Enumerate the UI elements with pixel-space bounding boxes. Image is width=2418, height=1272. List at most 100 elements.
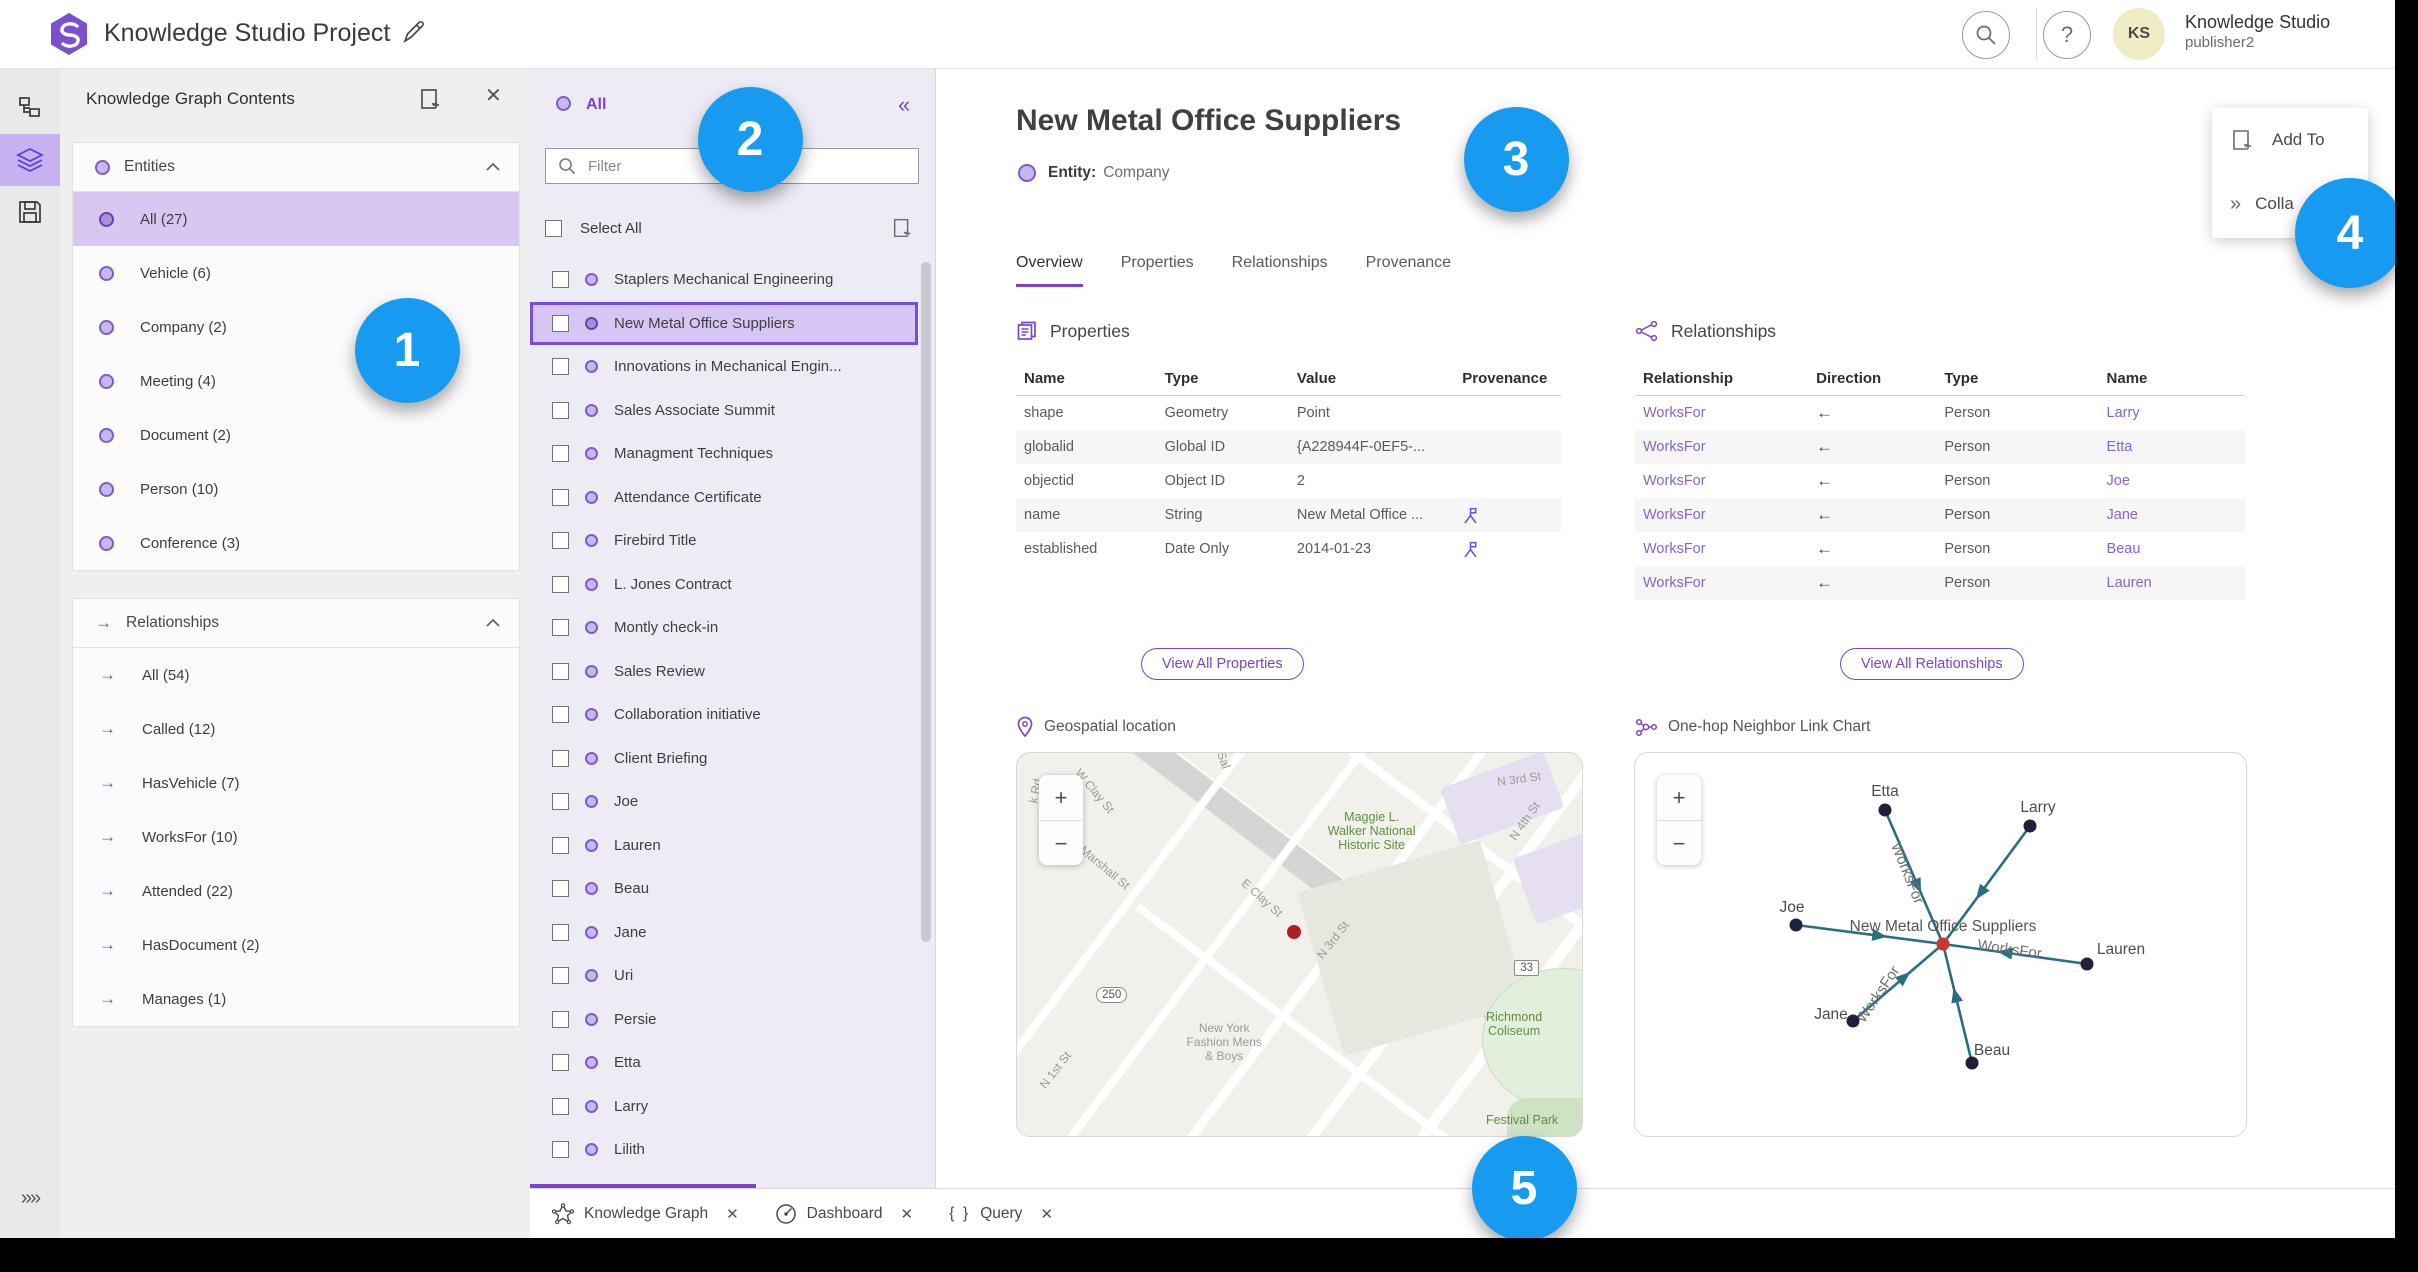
list-item[interactable]: Lauren [530,824,935,868]
list-item[interactable]: Persie [530,998,935,1042]
entity-type-item[interactable]: All (27) [73,192,519,246]
close-panel-icon[interactable]: ✕ [485,83,502,108]
item-checkbox[interactable] [552,1141,569,1159]
relationships-section-header[interactable]: → Relationships [73,599,519,648]
list-item[interactable]: Montly check-in [530,606,935,650]
relationship-link[interactable]: WorksFor [1635,464,1808,498]
relationship-type-item[interactable]: → HasVehicle (7) [73,756,519,810]
expand-rail-icon[interactable]: »» [0,1187,60,1210]
edit-title-icon[interactable] [400,20,426,46]
relationship-type-item[interactable]: → WorksFor (10) [73,810,519,864]
relationship-link[interactable]: WorksFor [1635,396,1808,431]
chevron-up-icon[interactable] [485,618,501,628]
property-provenance[interactable] [1454,498,1561,532]
hierarchy-icon[interactable] [0,82,60,134]
node[interactable] [1878,803,1892,817]
add-to-selection-icon[interactable] [891,216,915,240]
item-checkbox[interactable] [552,923,569,941]
list-item[interactable]: Beau [530,867,935,911]
property-row[interactable]: shape Geometry Point [1016,396,1561,431]
relationship-type-item[interactable]: → Called (12) [73,702,519,756]
person-link[interactable]: Jane [2099,498,2245,532]
list-item[interactable]: Lilith [530,1128,935,1172]
list-item[interactable]: Jane [530,911,935,955]
zoom-out-button[interactable]: − [1657,821,1701,866]
item-checkbox[interactable] [552,619,569,637]
item-checkbox[interactable] [552,271,569,289]
relationship-row[interactable]: WorksFor ← Person Beau [1635,532,2245,566]
item-checkbox[interactable] [552,706,569,724]
tab-relationships[interactable]: Relationships [1232,254,1328,287]
save-icon[interactable] [0,186,60,238]
item-checkbox[interactable] [552,488,569,506]
item-checkbox[interactable] [552,749,569,767]
relationship-type-item[interactable]: → Manages (1) [73,972,519,1026]
chevron-up-icon[interactable] [485,162,501,172]
item-checkbox[interactable] [552,880,569,898]
relationship-row[interactable]: WorksFor ← Person Larry [1635,396,2245,431]
list-scrollbar[interactable] [921,262,931,942]
property-row[interactable]: established Date Only 2014-01-23 [1016,532,1561,566]
link-chart[interactable]: WorksFor WorksFor WorksFor Etta Larry Joe Laur… [1634,752,2247,1137]
item-checkbox[interactable] [552,1097,569,1115]
relationship-row[interactable]: WorksFor ← Person Joe [1635,464,2245,498]
list-item[interactable]: Joe [530,780,935,824]
relationship-row[interactable]: WorksFor ← Person Lauren [1635,566,2245,600]
collapse-panel-icon[interactable]: « [898,92,910,118]
zoom-in-button[interactable]: + [1039,775,1083,821]
list-item[interactable]: Uri [530,954,935,998]
relationship-row[interactable]: WorksFor ← Person Etta [1635,430,2245,464]
list-item[interactable]: Client Briefing [530,737,935,781]
map[interactable]: k Rd W Clay St Sal N 3rd St Maggie L. Walker … [1016,752,1583,1137]
select-all-row[interactable]: Select All [545,210,919,246]
help-button[interactable]: ? [2043,11,2091,59]
relationship-link[interactable]: WorksFor [1635,430,1808,464]
property-row[interactable]: name String New Metal Office ... [1016,498,1561,532]
list-item[interactable]: Innovations in Mechanical Engin... [530,345,935,389]
tab-provenance[interactable]: Provenance [1366,254,1451,287]
user-block[interactable]: Knowledge Studio publisher2 [2185,12,2330,52]
close-tab-icon[interactable]: ✕ [901,1205,914,1223]
entity-type-item[interactable]: Person (10) [73,462,519,516]
view-all-properties-button[interactable]: View All Properties [1141,648,1304,680]
item-checkbox[interactable] [552,662,569,680]
relationship-row[interactable]: WorksFor ← Person Jane [1635,498,2245,532]
list-item[interactable]: Etta [530,1041,935,1085]
avatar[interactable]: KS [2113,8,2165,60]
view-tab-knowledge-graph[interactable]: Knowledge Graph ✕ [552,1189,753,1239]
node[interactable] [2023,819,2037,833]
entity-type-item[interactable]: Vehicle (6) [73,246,519,300]
relationship-type-item[interactable]: → HasDocument (2) [73,918,519,972]
relationship-link[interactable]: WorksFor [1635,566,1808,600]
item-checkbox[interactable] [552,1010,569,1028]
list-item[interactable]: L. Jones Contract [530,563,935,607]
person-link[interactable]: Larry [2099,396,2245,431]
item-checkbox[interactable] [552,836,569,854]
node[interactable] [1789,918,1803,932]
person-link[interactable]: Joe [2099,464,2245,498]
entity-type-item[interactable]: Document (2) [73,408,519,462]
list-item[interactable]: Sales Review [530,650,935,694]
item-checkbox[interactable] [552,358,569,376]
property-row[interactable]: globalid Global ID {A228944F-0EF5-... [1016,430,1561,464]
person-link[interactable]: Lauren [2099,566,2245,600]
person-link[interactable]: Etta [2099,430,2245,464]
relationship-type-item[interactable]: → All (54) [73,648,519,702]
list-item[interactable]: Collaboration initiative [530,693,935,737]
view-all-relationships-button[interactable]: View All Relationships [1840,648,2024,680]
tab-overview[interactable]: Overview [1016,254,1083,287]
list-item[interactable]: Staplers Mechanical Engineering [530,258,935,302]
item-checkbox[interactable] [552,793,569,811]
close-tab-icon[interactable]: ✕ [726,1205,739,1223]
zoom-in-button[interactable]: + [1657,775,1701,821]
item-checkbox[interactable] [552,1054,569,1072]
list-item[interactable]: Managment Techniques [530,432,935,476]
add-to-menu-item[interactable]: Add To [2212,108,2368,172]
close-tab-icon[interactable]: ✕ [1040,1205,1053,1223]
relationship-link[interactable]: WorksFor [1635,498,1808,532]
list-item[interactable]: Sales Associate Summit [530,389,935,433]
person-link[interactable]: Beau [2099,532,2245,566]
item-checkbox[interactable] [552,314,569,332]
list-item[interactable]: Larry [530,1085,935,1129]
entity-type-item[interactable]: Conference (3) [73,516,519,570]
